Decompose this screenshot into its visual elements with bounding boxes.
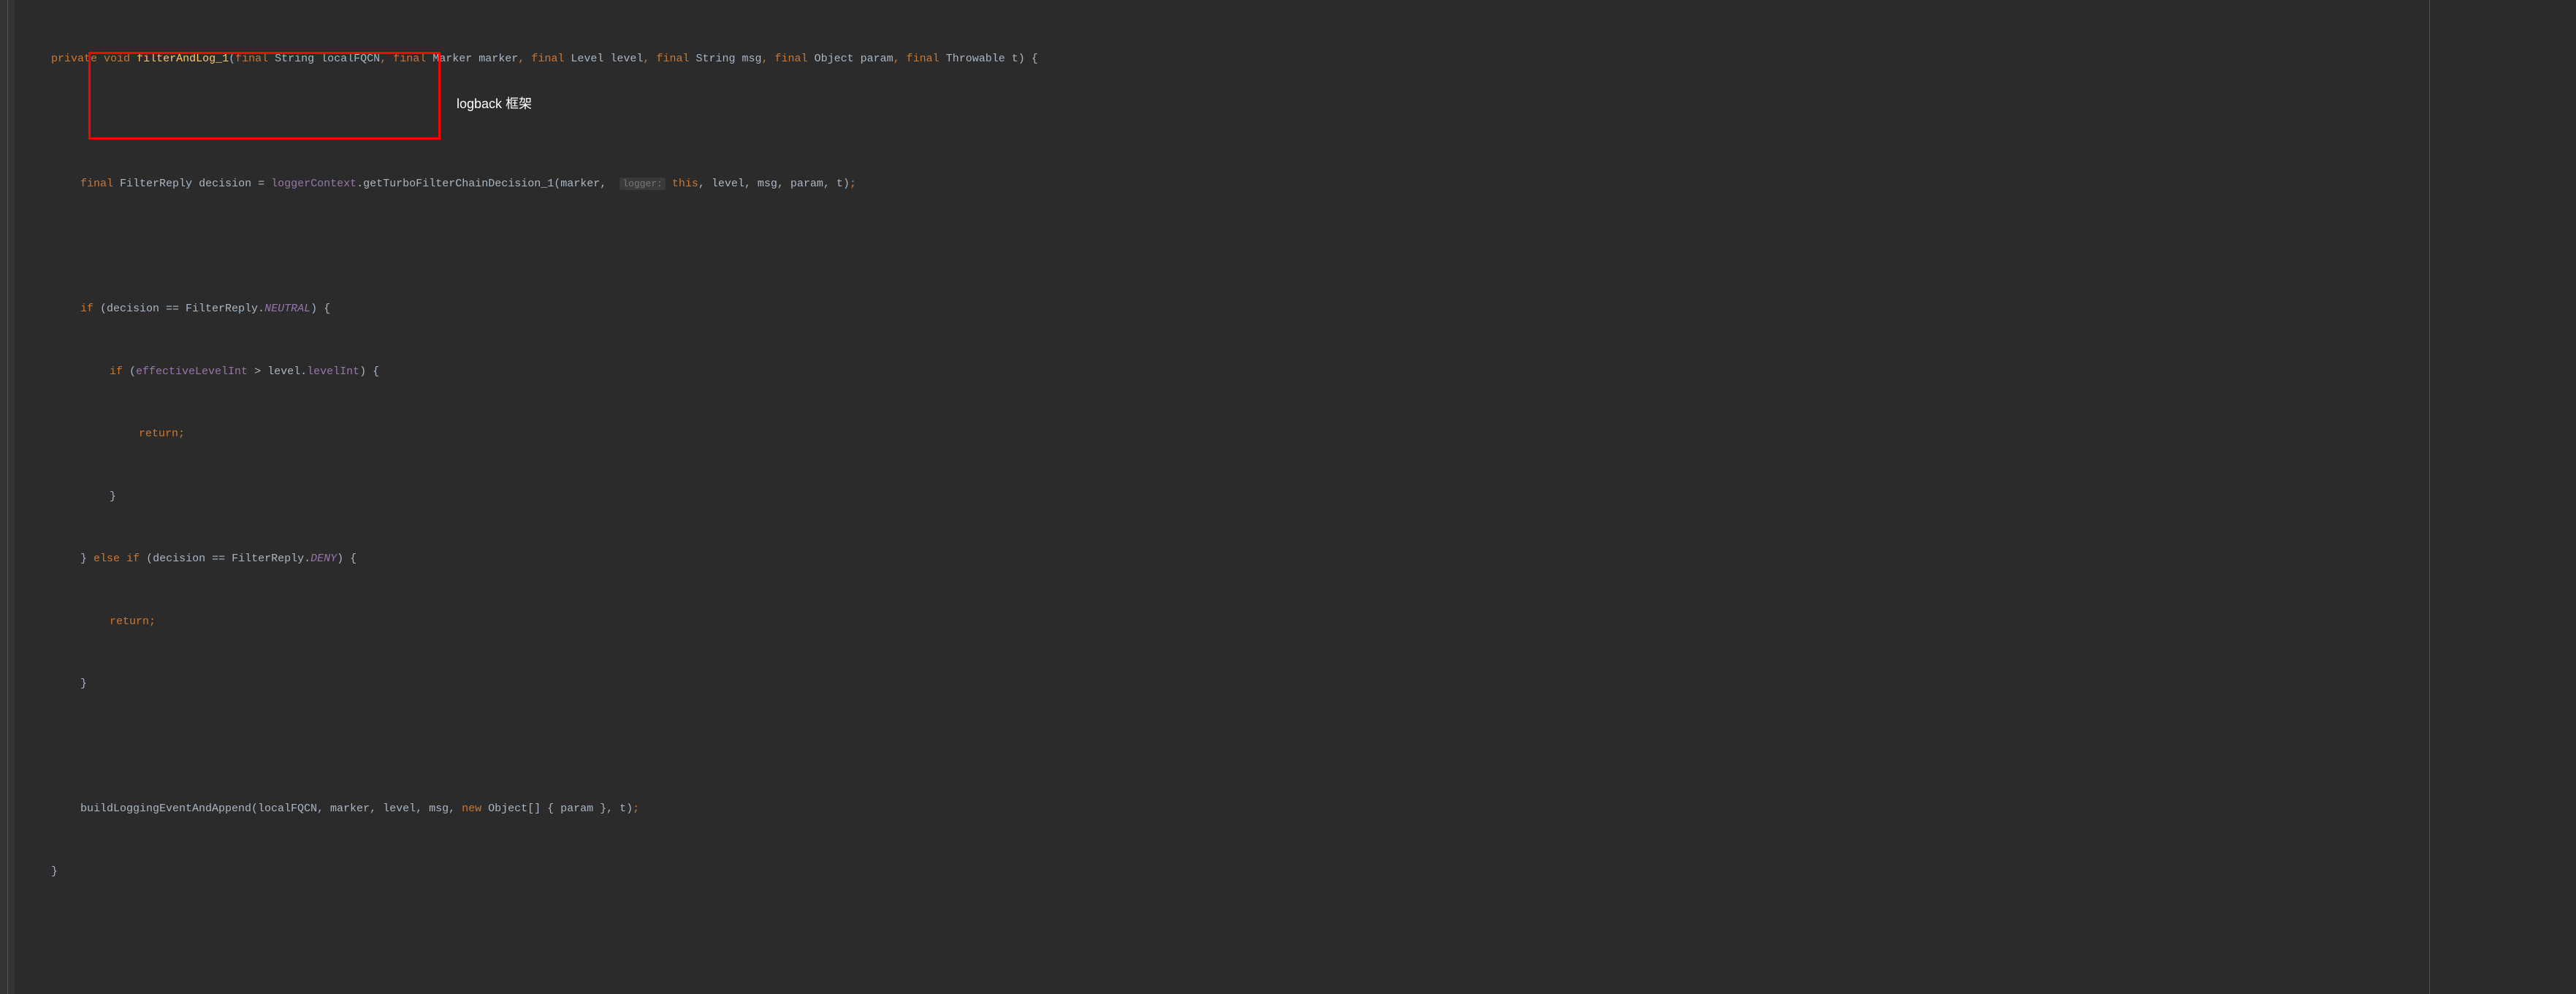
brace: } — [51, 865, 58, 878]
keyword-return: return — [110, 615, 149, 628]
args-rest: , level, msg, param, t) — [698, 178, 850, 190]
field-ref: loggerContext — [271, 178, 357, 190]
comma: , — [380, 53, 386, 65]
method-call: .getTurboFilterChainDecision_1(marker, — [357, 178, 606, 190]
param-name: localFQCN — [321, 53, 380, 65]
code-line[interactable]: } — [51, 862, 2576, 883]
var-ref: level. — [267, 365, 307, 378]
constant: DENY — [310, 553, 337, 565]
fold-indicator-line — [7, 0, 8, 994]
param-type: String — [696, 53, 735, 65]
annotation-label: logback 框架 — [457, 91, 532, 116]
comma: , — [518, 53, 525, 65]
array-expr: Object[] { param }, t) — [481, 803, 633, 815]
close-brace: ) { — [310, 303, 330, 315]
code-line-blank[interactable] — [51, 237, 2576, 258]
param-type: Throwable — [946, 53, 1005, 65]
keyword-private: private — [51, 53, 97, 65]
comma: , — [762, 53, 769, 65]
brace: } — [80, 553, 87, 565]
constant: NEUTRAL — [264, 303, 310, 315]
close-brace: ) { — [337, 553, 357, 565]
semicolon: ; — [633, 803, 639, 815]
param-type: Level — [571, 53, 603, 65]
code-line[interactable]: } — [51, 487, 2576, 508]
condition: (decision == FilterReply. — [94, 303, 264, 315]
code-line-blank[interactable] — [51, 112, 2576, 133]
code-line[interactable]: return; — [51, 424, 2576, 445]
keyword-final: final — [393, 53, 426, 65]
comma: , — [643, 53, 649, 65]
code-line[interactable]: private void filterAndLog_1(final String… — [51, 49, 2576, 70]
param-name: marker — [479, 53, 518, 65]
semicolon: ; — [850, 178, 856, 190]
keyword-final: final — [907, 53, 940, 65]
method-call: buildLoggingEventAndAppend(localFQCN, ma… — [80, 803, 462, 815]
comma: , — [893, 53, 900, 65]
condition: (decision == FilterReply. — [140, 553, 310, 565]
param-name: param — [861, 53, 893, 65]
code-line[interactable]: } — [51, 674, 2576, 695]
keyword-final: final — [656, 53, 689, 65]
semicolon: ; — [149, 615, 156, 628]
param-type: String — [275, 53, 314, 65]
keyword-if: if — [80, 303, 94, 315]
keyword-if: if — [126, 553, 140, 565]
param-hint: logger: — [620, 178, 666, 190]
brace: } — [110, 490, 116, 503]
var-name: decision — [199, 178, 251, 190]
code-line-blank[interactable] — [51, 737, 2576, 758]
code-line[interactable]: return; — [51, 612, 2576, 633]
code-editor[interactable]: private void filterAndLog_1(final String… — [0, 0, 2576, 994]
code-line[interactable]: final FilterReply decision = loggerConte… — [51, 174, 2576, 195]
keyword-void: void — [104, 53, 130, 65]
param-name: level — [610, 53, 643, 65]
keyword-this: this — [672, 178, 698, 190]
field-ref: effectiveLevelInt — [136, 365, 248, 378]
close-brace: ) { — [359, 365, 379, 378]
keyword-else: else — [94, 553, 120, 565]
keyword-return: return — [139, 428, 178, 440]
code-line[interactable]: } else if (decision == FilterReply.DENY)… — [51, 549, 2576, 570]
keyword-new: new — [462, 803, 481, 815]
paren: ( — [229, 53, 235, 65]
keyword-final: final — [531, 53, 564, 65]
param-name: msg — [742, 53, 762, 65]
gutter — [0, 0, 15, 994]
method-name: filterAndLog_1 — [137, 53, 229, 65]
paren: ) { — [1018, 53, 1038, 65]
operator: > — [248, 365, 267, 378]
keyword-final: final — [235, 53, 268, 65]
code-content[interactable]: private void filterAndLog_1(final String… — [15, 7, 2576, 987]
param-type: Marker — [432, 53, 472, 65]
operator: = — [258, 178, 264, 190]
param-type: Object — [815, 53, 854, 65]
code-line[interactable]: if (effectiveLevelInt > level.levelInt) … — [51, 362, 2576, 383]
brace: } — [80, 678, 87, 690]
semicolon: ; — [178, 428, 185, 440]
var-type: FilterReply — [120, 178, 192, 190]
code-line[interactable]: if (decision == FilterReply.NEUTRAL) { — [51, 299, 2576, 320]
paren-open: ( — [123, 365, 136, 378]
field-ref: levelInt — [307, 365, 359, 378]
code-line[interactable]: buildLoggingEventAndAppend(localFQCN, ma… — [51, 799, 2576, 820]
keyword-if: if — [110, 365, 123, 378]
param-name: t — [1012, 53, 1018, 65]
keyword-final: final — [775, 53, 808, 65]
keyword-final: final — [80, 178, 113, 190]
